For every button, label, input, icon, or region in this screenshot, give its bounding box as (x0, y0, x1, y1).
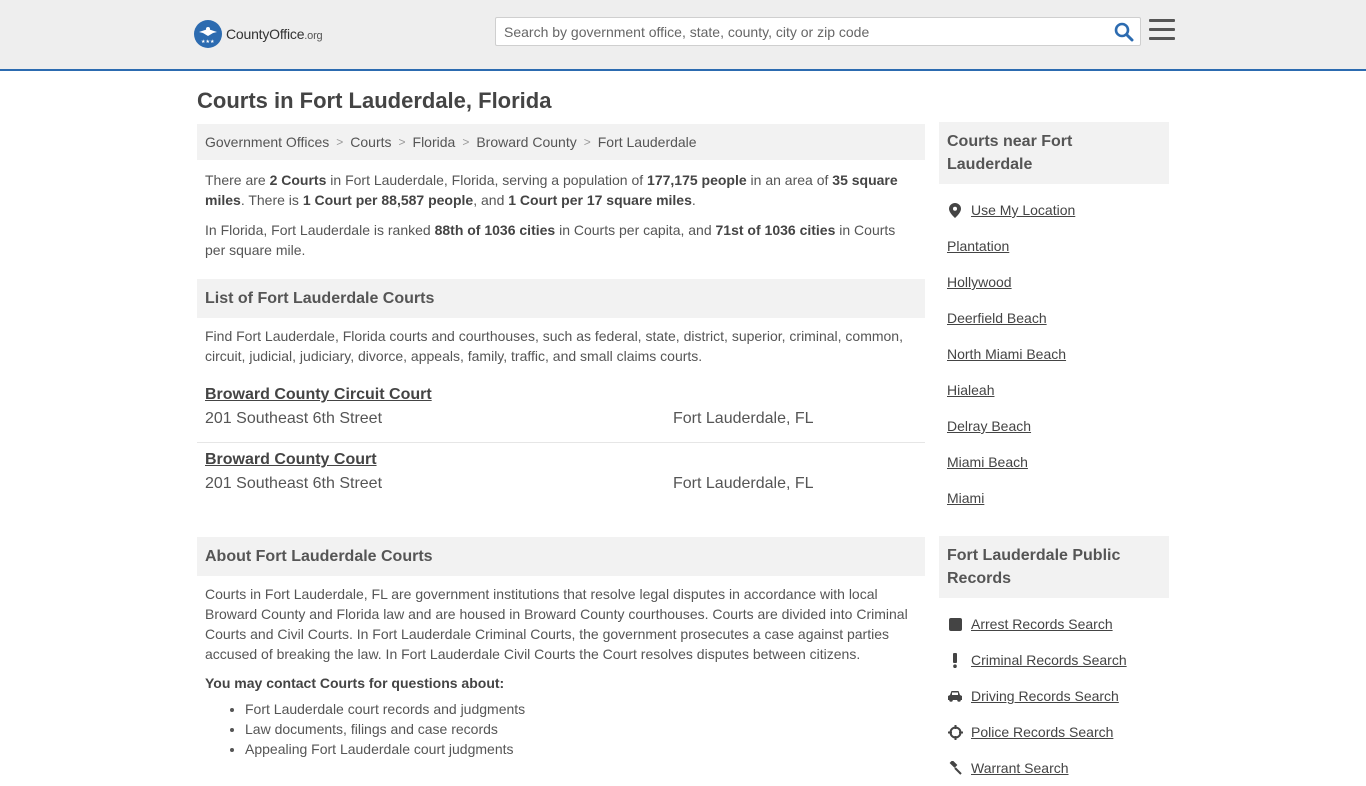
police-records-link[interactable]: Police Records Search (971, 724, 1113, 740)
square-icon (947, 616, 963, 632)
nearby-city-link[interactable]: Hialeah (947, 382, 994, 398)
criminal-records-link[interactable]: Criminal Records Search (971, 652, 1127, 668)
crosshair-icon (947, 724, 963, 740)
court-city: Fort Lauderdale, FL (673, 475, 814, 492)
breadcrumb-fort-lauderdale[interactable]: Fort Lauderdale (598, 134, 697, 150)
logo-text-office: Office (269, 26, 305, 42)
contact-topics-heading: You may contact Courts for questions abo… (205, 675, 505, 691)
court-list-item: Broward County Court 201 Southeast 6th S… (197, 443, 925, 508)
map-pin-icon (947, 202, 963, 218)
nearby-city-link[interactable]: Hollywood (947, 274, 1012, 290)
chevron-right-icon: > (583, 135, 591, 149)
breadcrumb: Government Offices > Courts > Florida > … (197, 124, 925, 160)
sidebar-public-records: Fort Lauderdale Public Records Arrest Re… (939, 536, 1169, 786)
nearby-city-link[interactable]: North Miami Beach (947, 346, 1066, 362)
svg-text:★★★: ★★★ (201, 39, 215, 45)
nearby-city-link[interactable]: Miami (947, 490, 984, 506)
page-title: Courts in Fort Lauderdale, Florida (197, 88, 552, 113)
logo-text-county: County (226, 26, 270, 42)
court-city: Fort Lauderdale, FL (673, 410, 814, 427)
court-address: 201 Southeast 6th Street (205, 410, 383, 427)
nearby-city-link[interactable]: Deerfield Beach (947, 310, 1047, 326)
list-item: Appealing Fort Lauderdale court judgment… (245, 739, 925, 759)
about-courts-heading: About Fort Lauderdale Courts (197, 537, 925, 576)
eagle-seal-icon: ★★★ (194, 20, 222, 48)
chevron-right-icon: > (462, 135, 470, 149)
sidebar-nearby-heading: Courts near Fort Lauderdale (939, 122, 1169, 184)
sidebar-records-heading: Fort Lauderdale Public Records (939, 536, 1169, 598)
breadcrumb-government-offices[interactable]: Government Offices (205, 134, 329, 150)
intro-paragraph-1: There are 2 Courts in Fort Lauderdale, F… (205, 172, 898, 208)
courts-list-description: Find Fort Lauderdale, Florida courts and… (205, 328, 903, 364)
court-address: 201 Southeast 6th Street (205, 475, 383, 492)
court-name-link[interactable]: Broward County Circuit Court (205, 386, 432, 404)
car-icon (947, 688, 963, 704)
logo-text-org: .org (304, 30, 323, 42)
search-icon[interactable] (1114, 22, 1134, 42)
nearby-city-link[interactable]: Miami Beach (947, 454, 1028, 470)
exclamation-icon (947, 652, 963, 668)
hamburger-menu-icon[interactable] (1149, 19, 1175, 41)
nearby-city-link[interactable]: Plantation (947, 238, 1009, 254)
breadcrumb-broward-county[interactable]: Broward County (476, 134, 576, 150)
intro-paragraph-2: In Florida, Fort Lauderdale is ranked 88… (205, 222, 896, 258)
use-my-location-item: Use My Location (939, 192, 1169, 228)
gavel-icon (947, 760, 963, 776)
warrant-search-link[interactable]: Warrant Search (971, 760, 1069, 776)
arrest-records-link[interactable]: Arrest Records Search (971, 616, 1113, 632)
court-list-item: Broward County Circuit Court 201 Southea… (197, 378, 925, 443)
site-logo[interactable]: ★★★ CountyOffice.org (194, 20, 323, 48)
chevron-right-icon: > (398, 135, 406, 149)
list-item: Law documents, filings and case records (245, 719, 925, 739)
nearby-city-link[interactable]: Delray Beach (947, 418, 1031, 434)
search-input[interactable] (496, 18, 1106, 45)
breadcrumb-florida[interactable]: Florida (413, 134, 456, 150)
sidebar-nearby: Courts near Fort Lauderdale Use My Locat… (939, 122, 1169, 516)
main-content: Government Offices > Courts > Florida > … (197, 124, 925, 759)
site-header: ★★★ CountyOffice.org (0, 0, 1366, 71)
breadcrumb-courts[interactable]: Courts (350, 134, 391, 150)
search-box (495, 17, 1141, 46)
list-item: Fort Lauderdale court records and judgme… (245, 699, 925, 719)
driving-records-link[interactable]: Driving Records Search (971, 688, 1119, 704)
court-name-link[interactable]: Broward County Court (205, 451, 377, 469)
about-courts-body: Courts in Fort Lauderdale, FL are govern… (205, 586, 908, 662)
courts-list-heading: List of Fort Lauderdale Courts (197, 279, 925, 318)
contact-topics-list: Fort Lauderdale court records and judgme… (197, 699, 925, 759)
use-my-location-link[interactable]: Use My Location (971, 202, 1075, 218)
chevron-right-icon: > (336, 135, 344, 149)
